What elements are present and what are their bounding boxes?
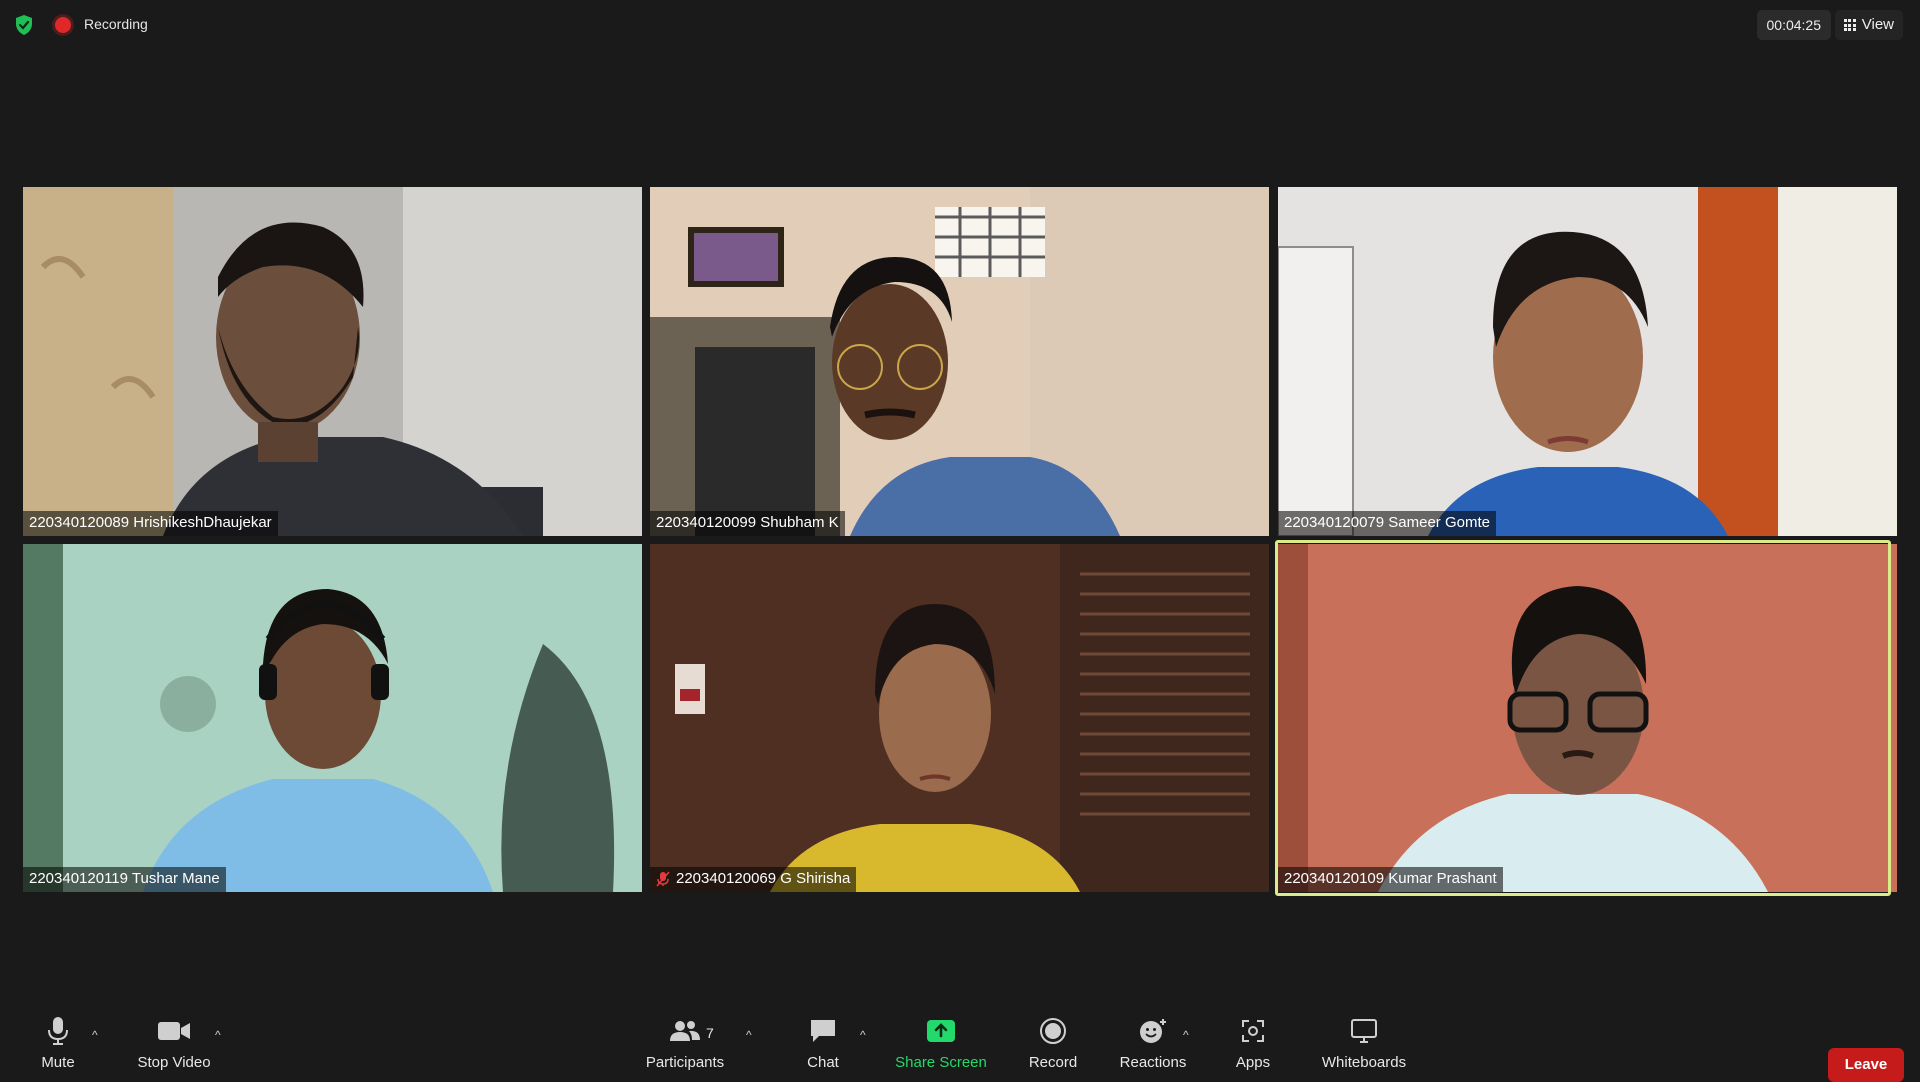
participant-video-feed <box>23 187 642 536</box>
muted-microphone-icon <box>656 871 670 887</box>
whiteboards-label: Whiteboards <box>1321 1054 1407 1071</box>
participant-video-feed <box>650 187 1269 536</box>
record-label: Record <box>1028 1054 1078 1071</box>
participant-video-feed <box>1278 187 1897 536</box>
active-speaker-highlight <box>1275 540 1891 896</box>
audio-options-chevron-icon[interactable]: ^ <box>92 1028 102 1042</box>
participants-count-badge: 7 <box>706 1025 714 1041</box>
participants-label: Participants <box>645 1054 725 1071</box>
security-shield-icon[interactable] <box>14 14 34 36</box>
stop-video-label: Stop Video <box>137 1054 211 1071</box>
video-camera-icon <box>158 1022 190 1040</box>
participant-name: 220340120079 Sameer Gomte <box>1284 514 1490 531</box>
participant-video-feed <box>23 544 642 892</box>
participant-name-tag: 220340120089 HrishikeshDhaujekar <box>23 511 278 536</box>
participant-name-tag: 220340120069 G Shirisha <box>650 867 857 892</box>
chat-bubble-icon <box>811 1020 835 1042</box>
reactions-smiley-icon <box>1140 1019 1166 1043</box>
chat-label: Chat <box>807 1054 839 1071</box>
share-screen-icon <box>927 1020 955 1042</box>
apps-icon <box>1242 1020 1264 1042</box>
video-tile[interactable]: 220340120069 G Shirisha <box>650 544 1269 892</box>
reactions-button[interactable]: Reactions <box>1098 1016 1208 1071</box>
participants-icon <box>670 1021 700 1041</box>
reactions-label: Reactions <box>1119 1054 1187 1071</box>
participant-name-tag: 220340120119 Tushar Mane <box>23 867 226 892</box>
participant-name-tag: 220340120079 Sameer Gomte <box>1278 511 1496 536</box>
participant-video-feed <box>650 544 1269 892</box>
video-tile[interactable]: 220340120079 Sameer Gomte <box>1278 187 1897 536</box>
apps-button[interactable]: Apps <box>1198 1016 1308 1071</box>
participant-name: 220340120119 Tushar Mane <box>29 870 220 887</box>
video-tile[interactable]: 220340120119 Tushar Mane <box>23 544 642 892</box>
participants-options-chevron-icon[interactable]: ^ <box>746 1028 756 1042</box>
apps-label: Apps <box>1235 1054 1271 1071</box>
participant-name: 220340120089 HrishikeshDhaujekar <box>29 514 272 531</box>
video-tile[interactable]: 220340120099 Shubham K <box>650 187 1269 536</box>
share-screen-button[interactable]: Share Screen <box>886 1016 996 1071</box>
video-tile[interactable]: 220340120089 HrishikeshDhaujekar <box>23 187 642 536</box>
participant-name: 220340120099 Shubham K <box>656 514 839 531</box>
share-screen-label: Share Screen <box>895 1054 987 1071</box>
microphone-icon <box>48 1017 68 1045</box>
chat-options-chevron-icon[interactable]: ^ <box>860 1028 870 1042</box>
meeting-timer: 00:04:25 <box>1756 10 1831 40</box>
participant-name-tag: 220340120099 Shubham K <box>650 511 845 536</box>
meeting-toolbar: Mute ^ Stop Video ^ Participants 7 ^ Cha… <box>0 1000 1920 1082</box>
leave-button[interactable]: Leave <box>1828 1048 1904 1082</box>
video-options-chevron-icon[interactable]: ^ <box>215 1028 225 1042</box>
participants-button[interactable]: Participants <box>630 1016 740 1071</box>
reactions-options-chevron-icon[interactable]: ^ <box>1183 1028 1193 1042</box>
recording-indicator-icon[interactable] <box>55 17 71 33</box>
mute-label: Mute <box>41 1054 75 1071</box>
whiteboard-icon <box>1351 1019 1377 1043</box>
chat-button[interactable]: Chat <box>768 1016 878 1071</box>
mute-button[interactable]: Mute <box>3 1016 113 1071</box>
view-button[interactable]: View <box>1834 10 1903 40</box>
record-button[interactable]: Record <box>998 1016 1108 1071</box>
participant-name: 220340120069 G Shirisha <box>676 870 851 887</box>
top-bar: Recording 00:04:25 View <box>0 0 1920 50</box>
whiteboards-button[interactable]: Whiteboards <box>1309 1016 1419 1071</box>
recording-label: Recording <box>84 16 148 32</box>
grid-icon <box>1843 19 1856 31</box>
record-icon <box>1040 1018 1066 1044</box>
stop-video-button[interactable]: Stop Video <box>119 1016 229 1071</box>
view-label: View <box>1861 16 1894 33</box>
